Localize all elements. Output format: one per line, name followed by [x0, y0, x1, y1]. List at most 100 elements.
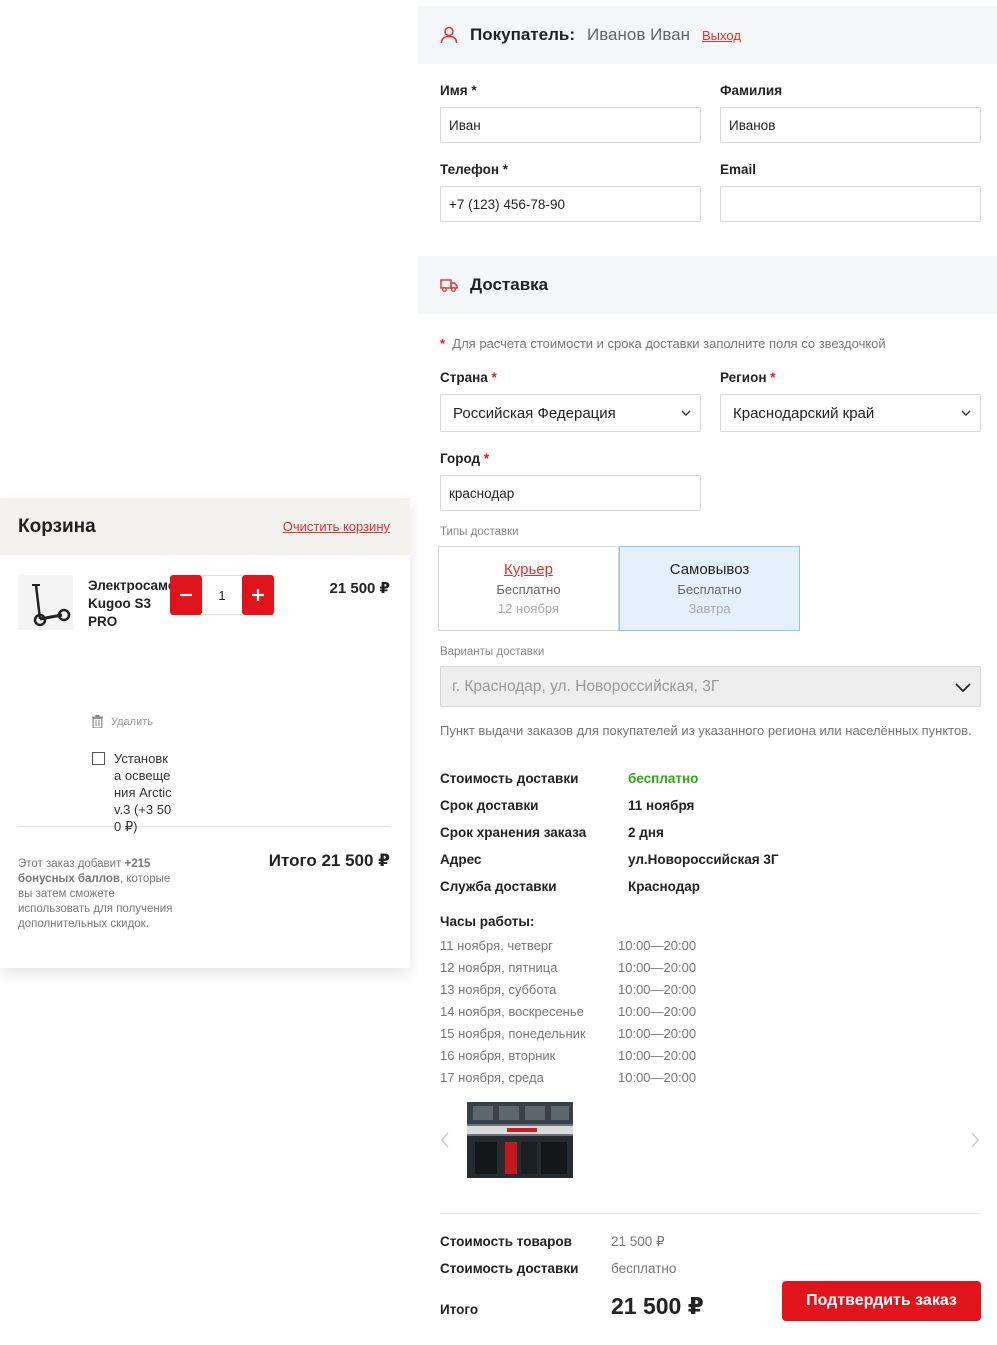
pickup-price: Бесплатно [677, 582, 742, 597]
product-price: 21 500 ₽ [329, 580, 390, 597]
hours-row: 14 ноября, воскресенье 10:00—20:00 [440, 1004, 740, 1019]
hours-row: 13 ноября, суббота 10:00—20:00 [440, 982, 740, 997]
pickup-description: Пункт выдачи заказов для покупателей из … [440, 723, 972, 738]
hours-time: 10:00—20:00 [618, 1026, 697, 1041]
plus-icon [252, 589, 264, 601]
hours-day: 12 ноября, пятница [440, 960, 558, 975]
first-name-label: Имя * [440, 83, 477, 98]
country-select[interactable]: Российская Федерация [440, 394, 701, 432]
checkout-page: Корзина Очистить корзину Электросамокат … [0, 0, 997, 1345]
working-hours-title: Часы работы: [440, 914, 535, 929]
product-name[interactable]: Электросамокат Kugoo S3 PRO [88, 577, 197, 631]
buyer-section-header: Покупатель: Иванов Иван Выход [418, 6, 997, 64]
quantity-stepper: 1 [170, 575, 274, 615]
courier-name: Курьер [504, 561, 553, 578]
lighting-option-label[interactable]: Установка освещения Arctic v.3 (+3 500 ₽… [114, 750, 172, 835]
delete-label: Удалить [111, 715, 153, 728]
city-label-text: Город [440, 451, 481, 466]
first-name-label-text: Имя [440, 83, 468, 98]
logout-link[interactable]: Выход [702, 28, 741, 43]
delivery-service-value: Краснодар [628, 879, 701, 894]
clear-cart-link[interactable]: Очистить корзину [283, 519, 390, 534]
chevron-down-icon [961, 410, 971, 416]
country-value: Российская Федерация [453, 404, 616, 422]
first-name-input[interactable]: Иван [440, 107, 701, 143]
increase-quantity-button[interactable] [242, 575, 274, 615]
summary-delivery-cost-value: бесплатно [611, 1261, 677, 1276]
phone-label-text: Телефон [440, 162, 500, 177]
hours-time: 10:00—20:00 [618, 1048, 697, 1063]
delete-item-button[interactable]: Удалить [92, 715, 153, 728]
hours-time: 10:00—20:00 [618, 938, 697, 953]
grand-total-label: Итого [440, 1302, 479, 1317]
delivery-date-value: 11 ноября [628, 798, 695, 813]
address-value: ул.Новороссийская 3Г [628, 852, 779, 867]
bonus-prefix: Этот заказ добавит [18, 858, 125, 870]
goods-cost-value: 21 500 ₽ [611, 1234, 665, 1249]
region-label-text: Регион [720, 370, 767, 385]
email-input[interactable] [720, 186, 981, 222]
storage-period-label: Срок хранения заказа [440, 825, 587, 840]
trash-icon [92, 715, 103, 728]
address-label: Адрес [440, 852, 482, 867]
phone-input[interactable]: +7 (123) 456-78-90 [440, 186, 701, 222]
lighting-option-checkbox[interactable] [92, 752, 105, 765]
product-image[interactable] [18, 575, 73, 630]
pickup-date: Завтра [688, 601, 731, 616]
cart-panel: Корзина Очистить корзину Электросамокат … [0, 498, 410, 968]
confirm-order-button[interactable]: Подтвердить заказ [782, 1281, 981, 1321]
hours-row: 12 ноября, пятница 10:00—20:00 [440, 960, 740, 975]
courier-date: 12 ноября [497, 601, 560, 616]
delivery-type-courier[interactable]: Курьер Бесплатно 12 ноября [438, 546, 619, 631]
summary-delivery-cost-label: Стоимость доставки [440, 1261, 579, 1276]
hours-row: 16 ноября, вторник 10:00—20:00 [440, 1048, 740, 1063]
hours-day: 14 ноября, воскресенье [440, 1004, 584, 1019]
required-note-text: Для расчета стоимости и срока доставки з… [452, 336, 886, 351]
delivery-cost-value: бесплатно [628, 771, 699, 786]
buyer-title: Покупатель: [470, 25, 575, 44]
chevron-down-icon [955, 682, 971, 692]
goods-cost-label: Стоимость товаров [440, 1234, 572, 1249]
chevron-right-icon[interactable] [968, 1130, 982, 1150]
city-input[interactable]: краснодар [440, 475, 701, 511]
quantity-input[interactable]: 1 [202, 575, 242, 615]
last-name-label: Фамилия [720, 83, 783, 98]
hours-day: 11 ноября, четверг [440, 938, 553, 953]
decrease-quantity-button[interactable] [170, 575, 202, 615]
hours-time: 10:00—20:00 [618, 1070, 697, 1085]
storefront-image [467, 1102, 573, 1178]
cart-title: Корзина [18, 515, 96, 537]
hours-time: 10:00—20:00 [618, 960, 697, 975]
delivery-date-label: Срок доставки [440, 798, 539, 813]
pickup-point-photo[interactable] [467, 1102, 573, 1178]
chevron-left-icon[interactable] [438, 1130, 452, 1150]
city-label: Город * [440, 451, 490, 466]
chevron-down-icon [681, 410, 691, 416]
cart-footer: Этот заказ добавит +215 бонусных баллов,… [18, 827, 390, 967]
last-name-input[interactable]: Иванов [720, 107, 981, 143]
hours-time: 10:00—20:00 [618, 1004, 697, 1019]
delivery-variant-select[interactable]: г. Краснодар, ул. Новороссийская, 3Г [440, 666, 981, 707]
scooter-image [18, 575, 73, 630]
delivery-variant-value: г. Краснодар, ул. Новороссийская, 3Г [452, 677, 720, 695]
delivery-section-header: Доставка [418, 256, 997, 314]
region-select[interactable]: Краснодарский край [720, 394, 981, 432]
hours-day: 17 ноября, среда [440, 1070, 544, 1085]
checkout-form: Покупатель: Иванов Иван Выход Имя * Иван… [418, 6, 997, 1345]
delivery-type-pickup[interactable]: Самовывоз Бесплатно Завтра [619, 546, 800, 631]
required-note: * Для расчета стоимости и срока доставки… [440, 336, 886, 351]
delivery-service-label: Служба доставки [440, 879, 557, 894]
grand-total-value: 21 500 ₽ [611, 1293, 704, 1319]
hours-row: 15 ноября, понедельник 10:00—20:00 [440, 1026, 740, 1041]
region-label: Регион * [720, 370, 776, 385]
hours-row: 11 ноября, четверг 10:00—20:00 [440, 938, 740, 953]
hours-day: 15 ноября, понедельник [440, 1026, 586, 1041]
buyer-name: Иванов Иван [586, 25, 690, 44]
pickup-name: Самовывоз [669, 561, 750, 578]
cart-header: Корзина Очистить корзину [0, 498, 410, 555]
hours-day: 16 ноября, вторник [440, 1048, 556, 1063]
region-value: Краснодарский край [733, 404, 875, 422]
truck-icon [440, 279, 458, 292]
summary-divider [440, 1213, 981, 1214]
minus-icon [180, 593, 192, 597]
